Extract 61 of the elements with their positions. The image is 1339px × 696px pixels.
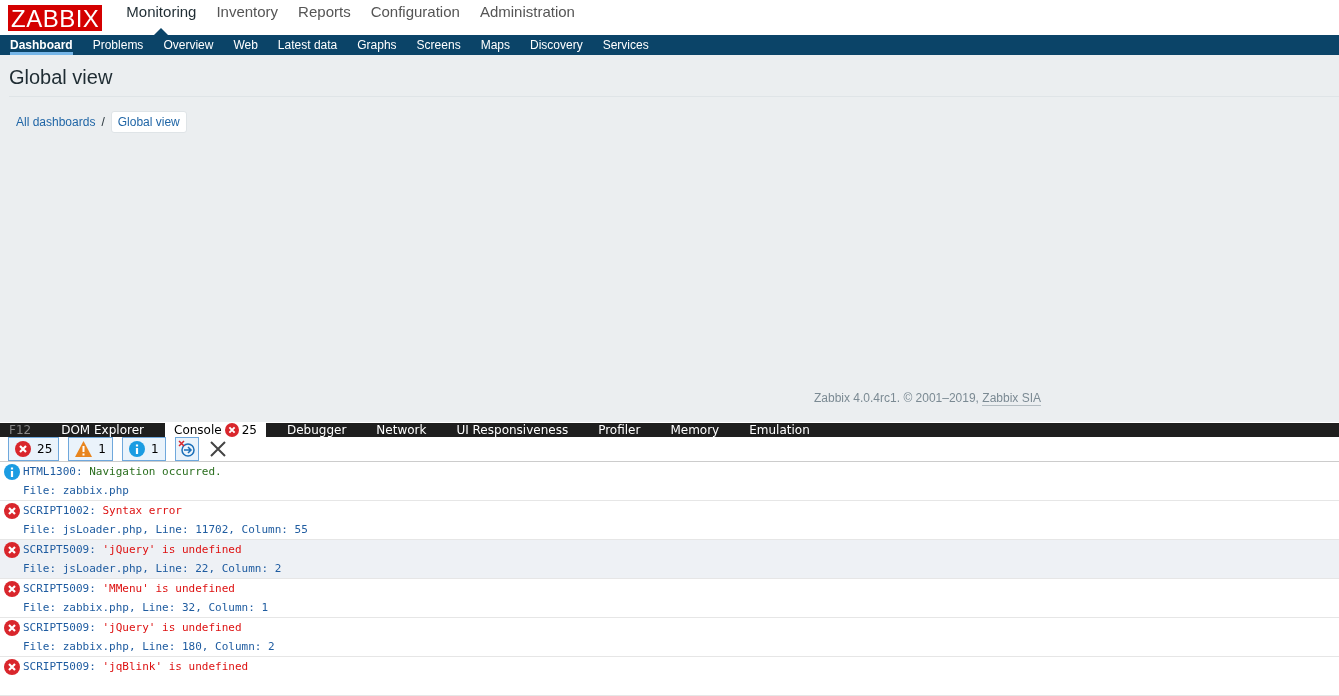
error-icon xyxy=(3,619,20,636)
message-text: SCRIPT5009: 'MMenu' is undefined xyxy=(23,582,236,595)
devtools-tab[interactable]: Profiler xyxy=(589,423,650,437)
page-title: Global view xyxy=(9,55,1339,97)
main-menu-item[interactable]: Configuration xyxy=(360,0,470,35)
devtools-tab[interactable]: Console 25 xyxy=(165,423,266,437)
clear-on-navigate-icon xyxy=(177,440,196,458)
filter-button[interactable]: 25 xyxy=(8,437,60,461)
sub-menu-item[interactable]: Graphs xyxy=(357,35,397,55)
message-source: File: zabbix.php, Line: 180, Column: 2 xyxy=(23,640,276,653)
sub-menu-item[interactable]: Maps xyxy=(480,35,510,55)
message-source: File: zabbix.php xyxy=(23,484,130,497)
error-icon xyxy=(3,580,20,597)
breadcrumb-link[interactable]: All dashboards xyxy=(16,115,96,129)
devtools-tab[interactable]: Debugger xyxy=(277,423,356,437)
message-source: File: jsLoader.php, Line: 11702, Column: 55 xyxy=(23,523,309,536)
zabbix-logo[interactable]: ZABBIX xyxy=(8,4,103,31)
error-icon xyxy=(3,658,20,675)
devtools-tab[interactable]: DOM Explorer xyxy=(52,423,153,437)
devtools-tab[interactable]: Memory xyxy=(661,423,729,437)
devtools-tab[interactable]: UI Responsiveness xyxy=(447,423,578,437)
console-message[interactable]: SCRIPT1002: Syntax error File: jsLoader.php, Line: 11702, Column: 55 xyxy=(0,501,1339,540)
message-source: File: jsLoader.php, Line: 22, Column: 2 xyxy=(23,562,283,575)
sub-menu-item[interactable]: Screens xyxy=(416,35,461,55)
sub-menu-item[interactable]: Services xyxy=(602,35,649,55)
message-text: HTML1300: Navigation occurred. xyxy=(23,465,223,478)
error-count: 25 xyxy=(241,423,257,437)
error-icon xyxy=(224,423,239,437)
filter-button[interactable]: 1 xyxy=(68,437,113,461)
sub-menu-item[interactable]: Latest data xyxy=(277,35,338,55)
main-menu-item[interactable]: Reports xyxy=(288,0,361,35)
footer-text: Zabbix 4.0.4rc1. © 2001–2019, xyxy=(814,391,980,406)
console-message[interactable]: HTML1300: Navigation occurred. File: zabbix.php xyxy=(0,462,1339,501)
sub-menu-item[interactable]: Web xyxy=(233,35,258,55)
console-message[interactable]: SCRIPT5009: 'jQuery' is undefined File: jsLoader.php, Line: 22, Column: 2 xyxy=(0,540,1339,579)
sub-menu-item[interactable]: Problems xyxy=(92,35,144,55)
main-menu-item[interactable]: Administration xyxy=(469,0,585,35)
devtools-tab[interactable]: Network xyxy=(367,423,436,437)
close-icon xyxy=(209,441,226,457)
console-message[interactable]: SCRIPT5009: 'jQuery' is undefined File: zabbix.php, Line: 180, Column: 2 xyxy=(0,618,1339,657)
message-text: SCRIPT1002: Syntax error xyxy=(23,504,183,517)
message-text: SCRIPT5009: 'jQuery' is undefined xyxy=(23,543,243,556)
breadcrumb-separator: / xyxy=(101,115,105,129)
clear-on-navigate-button[interactable] xyxy=(174,437,199,461)
sub-menu-item[interactable]: Overview xyxy=(163,35,214,55)
console-message[interactable]: SCRIPT5009: 'MMenu' is undefined File: zabbix.php, Line: 32, Column: 1 xyxy=(0,579,1339,618)
breadcrumb-current[interactable]: Global view xyxy=(110,111,187,133)
console-message[interactable]: SCRIPT5009: 'jqBlink' is undefined xyxy=(0,657,1339,696)
devtools-tab[interactable]: Emulation xyxy=(740,423,819,437)
main-menu-item[interactable]: Inventory xyxy=(206,0,289,35)
info-icon xyxy=(3,463,20,480)
message-text: SCRIPT5009: 'jqBlink' is undefined xyxy=(23,660,250,673)
message-text: SCRIPT5009: 'jQuery' is undefined xyxy=(23,621,243,634)
error-icon xyxy=(3,541,20,558)
sub-menu-item[interactable]: Discovery xyxy=(530,35,583,55)
error-icon xyxy=(15,441,31,457)
filter-button[interactable]: 1 xyxy=(121,437,166,461)
info-icon xyxy=(128,441,145,457)
message-source: File: zabbix.php, Line: 32, Column: 1 xyxy=(23,601,270,614)
error-icon xyxy=(3,502,20,519)
warning-icon xyxy=(75,441,93,457)
